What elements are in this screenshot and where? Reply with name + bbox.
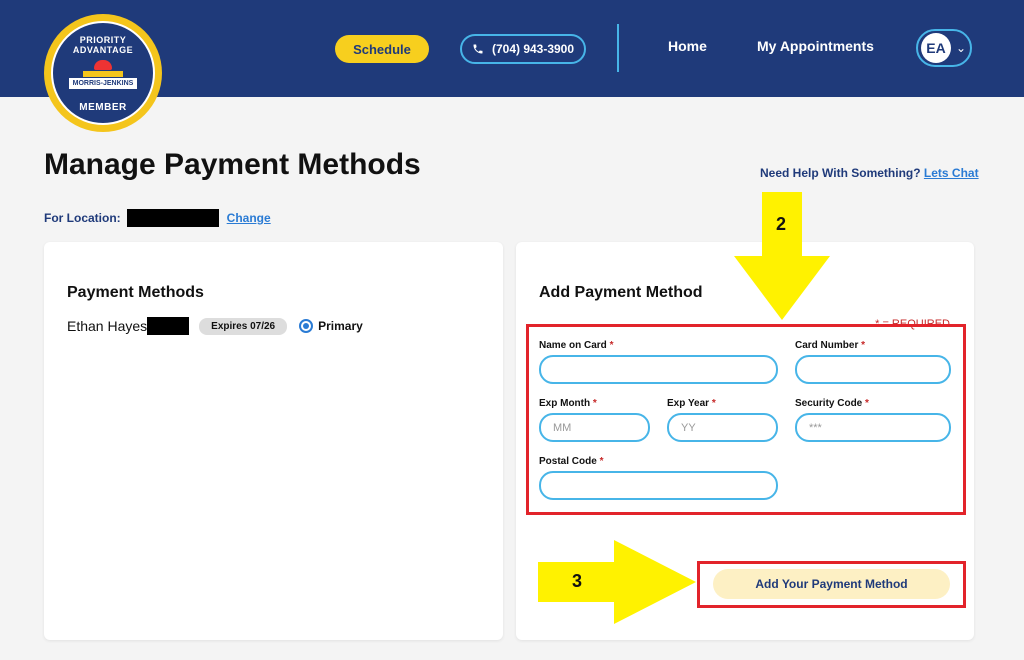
- change-location-link[interactable]: Change: [227, 211, 271, 225]
- name-on-card-input[interactable]: [539, 355, 778, 384]
- expires-badge: Expires 07/26: [199, 317, 288, 335]
- add-payment-heading: Add Payment Method: [539, 284, 703, 301]
- exp-month-input[interactable]: [539, 413, 650, 442]
- name-on-card-label: Name on Card *: [539, 340, 614, 351]
- priority-advantage-logo[interactable]: PRIORITY ADVANTAGE MORRIS-JENKINS MEMBER: [44, 14, 162, 132]
- primary-radio[interactable]: [299, 319, 314, 333]
- lets-chat-link[interactable]: Lets Chat: [924, 166, 979, 180]
- exp-year-label: Exp Year *: [667, 398, 716, 409]
- required-note: * = REQUIRED: [875, 318, 950, 330]
- postal-code-label: Postal Code *: [539, 456, 604, 467]
- avatar: EA: [921, 33, 951, 63]
- exp-month-label: Exp Month *: [539, 398, 597, 409]
- payment-methods-heading: Payment Methods: [67, 284, 204, 301]
- help-prompt: Need Help With Something?: [760, 166, 921, 180]
- arrow-right-icon: [538, 540, 696, 624]
- postal-code-input[interactable]: [539, 471, 778, 500]
- security-code-input[interactable]: [795, 413, 951, 442]
- logo-band-text: MORRIS-JENKINS: [67, 77, 139, 90]
- arrow-down-icon: [734, 192, 830, 320]
- exp-year-input[interactable]: [667, 413, 778, 442]
- logo-badge: PRIORITY ADVANTAGE MORRIS-JENKINS MEMBER: [51, 21, 155, 125]
- user-menu[interactable]: EA ⌄: [916, 29, 972, 67]
- help-text: Need Help With Something? Lets Chat: [760, 166, 979, 180]
- security-code-label: Security Code *: [795, 398, 869, 409]
- location-label: For Location:: [44, 211, 121, 225]
- logo-bottom-text: MEMBER: [79, 102, 127, 113]
- nav-home-link[interactable]: Home: [668, 38, 707, 54]
- card-number-input[interactable]: [795, 355, 951, 384]
- header-divider: [617, 24, 619, 72]
- card-number-label: Card Number *: [795, 340, 866, 351]
- redacted-location: [126, 209, 219, 227]
- schedule-button[interactable]: Schedule: [335, 35, 429, 63]
- phone-button[interactable]: (704) 943-3900: [460, 34, 586, 64]
- logo-top-text: PRIORITY ADVANTAGE: [72, 35, 134, 55]
- redacted-name: [147, 317, 190, 335]
- logo-button-icon: [94, 60, 112, 70]
- payment-methods-card: Payment Methods Ethan Hayes Expires 07/2…: [44, 242, 503, 640]
- add-payment-method-button[interactable]: Add Your Payment Method: [713, 569, 950, 599]
- page-title: Manage Payment Methods: [44, 148, 421, 181]
- payment-method-item: Ethan Hayes Expires 07/26 Primary: [67, 317, 363, 335]
- location-row: For Location: Change: [44, 209, 271, 227]
- nav-appointments-link[interactable]: My Appointments: [757, 38, 874, 54]
- chevron-down-icon: ⌄: [956, 41, 967, 55]
- primary-label: Primary: [318, 319, 363, 333]
- step-2-label: 2: [776, 214, 787, 234]
- phone-icon: [473, 44, 483, 54]
- step-3-label: 3: [572, 571, 583, 591]
- phone-number: (704) 943-3900: [491, 42, 575, 56]
- cardholder-name: Ethan Hayes: [67, 318, 148, 334]
